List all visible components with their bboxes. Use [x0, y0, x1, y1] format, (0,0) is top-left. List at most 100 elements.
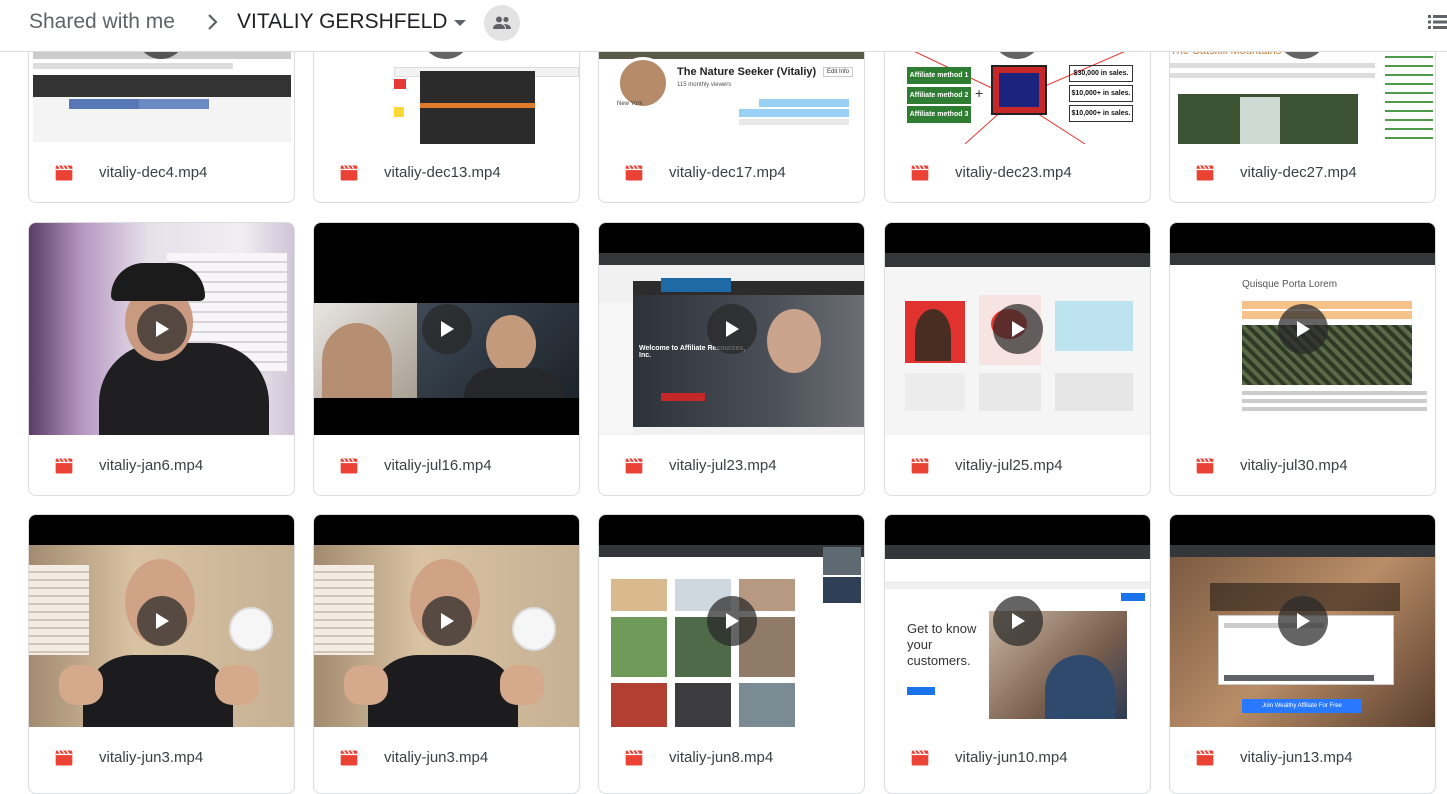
video-file-icon [340, 165, 358, 181]
file-footer: vitaliy-jun3.mp4 [29, 729, 294, 787]
file-footer: vitaliy-jul25.mp4 [885, 437, 1150, 495]
file-card[interactable]: vitaliy-jun3.mp4 [313, 514, 580, 794]
breadcrumb: Shared with me VITALIY GERSHFELD [0, 0, 1447, 52]
file-card[interactable]: vitaliy-jan6.mp4 [28, 222, 295, 496]
video-thumbnail[interactable]: Welcome to Affiliate Resources, Inc. [599, 223, 864, 435]
play-icon[interactable] [137, 304, 187, 354]
file-name[interactable]: vitaliy-dec27.mp4 [1240, 163, 1357, 183]
method-label-2: Affiliate method 2 [907, 87, 971, 104]
file-name[interactable]: vitaliy-jul23.mp4 [669, 456, 777, 476]
sales-label-1: $30,000 in sales. [1069, 65, 1133, 82]
video-file-icon [625, 165, 643, 181]
play-icon[interactable] [137, 596, 187, 646]
play-icon[interactable] [707, 596, 757, 646]
caret-down-icon[interactable] [452, 12, 468, 32]
video-file-icon [1196, 458, 1214, 474]
video-file-icon [625, 750, 643, 766]
file-footer: vitaliy-jul23.mp4 [599, 437, 864, 495]
hero-line-3: customers. [907, 653, 971, 668]
sales-label-2: $10,000+ in sales. [1069, 85, 1133, 102]
file-name[interactable]: vitaliy-dec23.mp4 [955, 163, 1072, 183]
video-file-icon [911, 750, 929, 766]
file-card[interactable]: Join Wealthy Affiliate For Free vitaliy-… [1169, 514, 1436, 794]
file-footer: vitaliy-jun3.mp4 [314, 729, 579, 787]
file-card[interactable]: vitaliy-jun8.mp4 [598, 514, 865, 794]
file-footer: vitaliy-dec13.mp4 [314, 144, 579, 202]
video-thumbnail[interactable] [314, 515, 579, 727]
file-footer: vitaliy-dec4.mp4 [29, 144, 294, 202]
file-footer: vitaliy-jul30.mp4 [1170, 437, 1435, 495]
file-name[interactable]: vitaliy-jun3.mp4 [99, 748, 203, 768]
video-file-icon [340, 458, 358, 474]
file-name[interactable]: vitaliy-jun3.mp4 [384, 748, 488, 768]
file-footer: vitaliy-dec17.mp4 [599, 144, 864, 202]
video-thumbnail[interactable]: Quisque Porta Lorem [1170, 223, 1435, 435]
profile-viewers: 115 monthly viewers [677, 82, 732, 88]
file-footer: vitaliy-jan6.mp4 [29, 437, 294, 495]
list-view-icon[interactable] [1425, 10, 1447, 34]
file-name[interactable]: vitaliy-dec13.mp4 [384, 163, 501, 183]
play-icon[interactable] [707, 304, 757, 354]
file-name[interactable]: vitaliy-jun10.mp4 [955, 748, 1068, 768]
play-icon[interactable] [1278, 304, 1328, 354]
profile-location: New York [617, 101, 643, 107]
video-file-icon [911, 165, 929, 181]
play-icon[interactable] [1278, 596, 1328, 646]
play-icon[interactable] [422, 596, 472, 646]
video-thumbnail[interactable] [885, 223, 1150, 435]
chevron-right-icon [208, 14, 218, 30]
video-thumbnail[interactable] [599, 515, 864, 727]
join-button: Join Wealthy Affiliate For Free [1242, 699, 1362, 713]
file-name[interactable]: vitaliy-jun8.mp4 [669, 748, 773, 768]
video-thumbnail[interactable] [314, 223, 579, 435]
breadcrumb-shared-with-me[interactable]: Shared with me [29, 8, 175, 36]
video-file-icon [1196, 165, 1214, 181]
file-grid: vitaliy-dec4.mp4 vitaliy-dec13.mp4 The N… [28, 0, 1447, 794]
breadcrumb-current-folder[interactable]: VITALIY GERSHFELD [237, 8, 447, 36]
play-icon[interactable] [993, 304, 1043, 354]
video-thumbnail[interactable] [29, 515, 294, 727]
file-footer: vitaliy-jun10.mp4 [885, 729, 1150, 787]
video-thumbnail[interactable]: Join Wealthy Affiliate For Free [1170, 515, 1435, 727]
file-card[interactable]: Welcome to Affiliate Resources, Inc. vit… [598, 222, 865, 496]
file-footer: vitaliy-jun13.mp4 [1170, 729, 1435, 787]
file-name[interactable]: vitaliy-jan6.mp4 [99, 456, 203, 476]
file-card[interactable]: Quisque Porta Lorem vitaliy-jul30.mp4 [1169, 222, 1436, 496]
file-card[interactable]: vitaliy-jun3.mp4 [28, 514, 295, 794]
method-label-1: Affiliate method 1 [907, 67, 971, 84]
file-name[interactable]: vitaliy-dec4.mp4 [99, 163, 207, 183]
sales-label-3: $10,000+ in sales. [1069, 105, 1133, 122]
edit-info-button: Edit Info [823, 67, 854, 77]
video-file-icon [911, 458, 929, 474]
video-file-icon [55, 458, 73, 474]
play-icon[interactable] [422, 304, 472, 354]
shared-folder-badge[interactable] [484, 5, 520, 41]
file-footer: vitaliy-jun8.mp4 [599, 729, 864, 787]
video-file-icon [55, 165, 73, 181]
file-footer: vitaliy-jul16.mp4 [314, 437, 579, 495]
file-name[interactable]: vitaliy-jul30.mp4 [1240, 456, 1348, 476]
video-thumbnail[interactable]: Get to know your customers. [885, 515, 1150, 727]
video-file-icon [55, 750, 73, 766]
people-icon [493, 16, 511, 29]
file-card[interactable]: vitaliy-jul16.mp4 [313, 222, 580, 496]
file-footer: vitaliy-dec23.mp4 [885, 144, 1150, 202]
video-file-icon [625, 458, 643, 474]
file-footer: vitaliy-dec27.mp4 [1170, 144, 1435, 202]
video-file-icon [1196, 750, 1214, 766]
video-file-icon [340, 750, 358, 766]
play-icon[interactable] [993, 596, 1043, 646]
hero-line-2: your [907, 637, 933, 652]
post-title: Quisque Porta Lorem [1242, 279, 1338, 290]
file-name[interactable]: vitaliy-jun13.mp4 [1240, 748, 1353, 768]
method-label-3: Affiliate method 3 [907, 106, 971, 123]
video-thumbnail[interactable] [29, 223, 294, 435]
hero-text: Get to know your customers. [907, 621, 976, 669]
file-name[interactable]: vitaliy-dec17.mp4 [669, 163, 786, 183]
profile-title: The Nature Seeker (Vitaliy) [677, 66, 817, 78]
hero-line-1: Get to know [907, 621, 977, 636]
file-card[interactable]: vitaliy-jul25.mp4 [884, 222, 1151, 496]
file-name[interactable]: vitaliy-jul25.mp4 [955, 456, 1063, 476]
file-card[interactable]: Get to know your customers. vitaliy-jun1… [884, 514, 1151, 794]
file-name[interactable]: vitaliy-jul16.mp4 [384, 456, 492, 476]
